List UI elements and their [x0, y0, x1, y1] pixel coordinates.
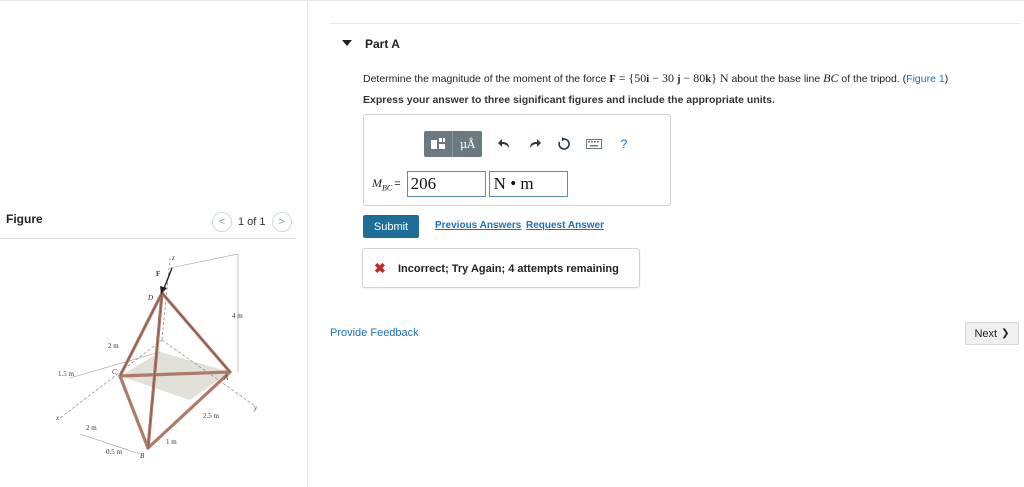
label-0-5m: 0.5 m [106, 448, 123, 456]
label-1-5m: 1.5 m [58, 370, 75, 378]
chevron-right-icon: > [278, 216, 285, 228]
answer-row: MBC = 206 N • m [372, 171, 568, 197]
question-suffix: of the tripod. ( [838, 73, 907, 85]
label-A: A [223, 374, 229, 382]
question-text: Determine the magnitude of the moment of… [363, 71, 948, 86]
base-line-symbol: BC [823, 71, 839, 85]
question-middle: about the base line [728, 73, 824, 85]
label-D: D [147, 294, 153, 302]
label-C: C [112, 368, 117, 376]
part-a-header[interactable]: Part A [330, 23, 1020, 61]
figure-pager: < 1 of 1 > [212, 212, 292, 232]
answer-label: MBC = [372, 176, 401, 192]
label-y: y [253, 404, 258, 412]
label-F: F [156, 270, 160, 278]
request-answer-link[interactable]: Request Answer [526, 220, 604, 231]
label-1m: 1 m [166, 438, 177, 446]
template-icon [431, 138, 445, 149]
reset-button[interactable] [550, 131, 578, 157]
units-input[interactable]: N • m [488, 171, 568, 197]
question-prefix: Determine the magnitude of the moment of… [363, 73, 610, 85]
template-button[interactable] [424, 131, 453, 157]
force-expr: = {50 [615, 71, 647, 85]
figure-link[interactable]: Figure 1 [906, 73, 945, 85]
part-title: Part A [365, 37, 400, 51]
units-icon: μÅ [459, 137, 476, 151]
label-2m-top: 2 m [108, 342, 119, 350]
pager-prev-button[interactable]: < [212, 212, 232, 232]
keyboard-icon [586, 139, 602, 149]
reset-icon [558, 137, 570, 150]
force-expr-mid1: − 30 [649, 71, 677, 85]
help-button[interactable]: ? [610, 131, 638, 157]
undo-icon [497, 139, 509, 148]
previous-answers-link[interactable]: Previous Answers [435, 220, 521, 231]
provide-feedback-link[interactable]: Provide Feedback [330, 327, 419, 339]
label-z: z [171, 254, 175, 262]
figure-title: Figure [6, 212, 43, 226]
pager-next-button[interactable]: > [271, 212, 292, 232]
instruction-text: Express your answer to three significant… [363, 94, 775, 106]
base-cb [118, 374, 150, 450]
answer-box: μÅ ? MBC = 206 N • m [363, 114, 671, 206]
redo-button[interactable] [520, 131, 548, 157]
undo-button[interactable] [490, 131, 518, 157]
chevron-right-icon: ❯ [1001, 328, 1010, 339]
value-input[interactable]: 206 [406, 171, 486, 197]
help-icon: ? [620, 137, 628, 151]
label-B: B [140, 452, 145, 460]
label-x: x [55, 414, 60, 422]
pager-count: 1 of 1 [238, 216, 266, 228]
next-label: Next [974, 327, 998, 340]
dim-line-top [169, 253, 239, 269]
answer-label-symbol: M [372, 175, 382, 190]
units-button[interactable]: μÅ [453, 131, 482, 157]
force-expr-mid2: − 80 [680, 71, 706, 85]
question-suffix-end: ) [944, 73, 949, 85]
answer-label-subscript: BC [382, 183, 393, 193]
tripod-figure: z F D 4 m 2 m 1.5 m C A x y 2 m 2.5 m 1 … [55, 253, 258, 460]
keyboard-button[interactable] [580, 131, 608, 157]
force-unit: N [719, 71, 729, 85]
label-2m-bottom: 2 m [86, 424, 97, 432]
label-2-5m: 2.5 m [203, 412, 220, 420]
math-toolbar: μÅ ? [424, 131, 638, 157]
figure-panel: Figure < 1 of 1 > z F D 4 m 2 m 1.5 m C … [0, 0, 308, 487]
label-4m: 4 m [232, 312, 243, 320]
answer-label-equals: = [394, 177, 401, 190]
redo-icon [529, 139, 541, 148]
figure-divider [0, 238, 296, 239]
chevron-left-icon: < [218, 216, 226, 228]
next-button[interactable]: Next ❯ [965, 322, 1019, 345]
submit-button[interactable]: Submit [363, 215, 419, 238]
force-expr-close: } [711, 71, 720, 85]
caret-down-icon[interactable] [342, 40, 352, 46]
x-icon: ✖ [374, 260, 386, 276]
feedback-text: Incorrect; Try Again; 4 attempts remaini… [398, 263, 619, 275]
toolbar-button-group: μÅ [424, 131, 482, 157]
feedback-message: ✖ Incorrect; Try Again; 4 attempts remai… [362, 248, 640, 288]
